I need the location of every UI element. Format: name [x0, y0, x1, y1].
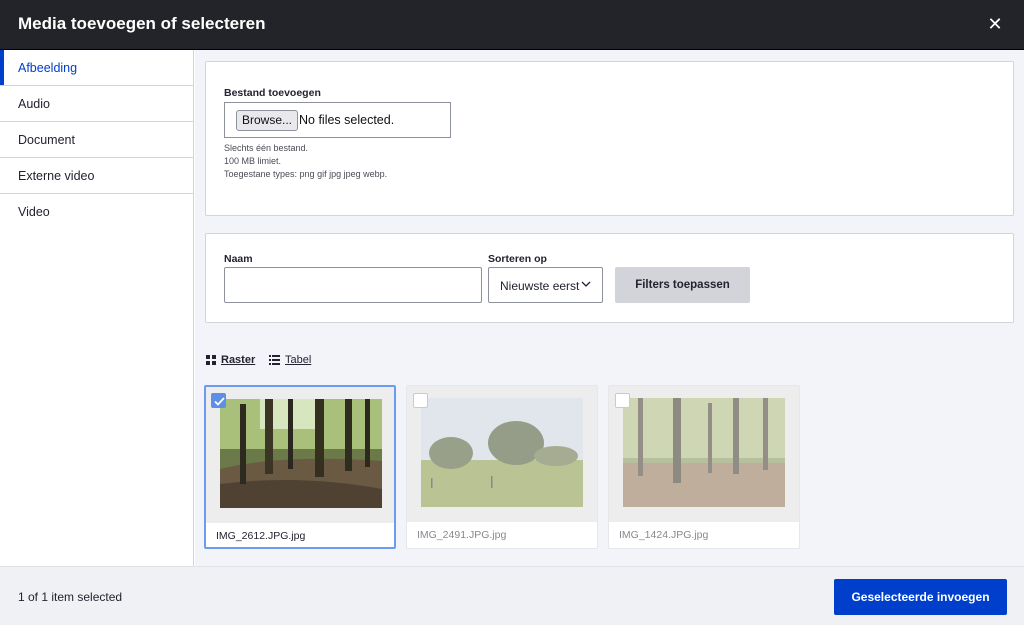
checkmark-icon: [214, 397, 225, 406]
insert-selected-button[interactable]: Geselecteerde invoegen: [834, 579, 1007, 615]
chevron-down-icon: [581, 281, 591, 287]
media-type-sidebar: Afbeelding Audio Document Externe video …: [0, 50, 194, 566]
name-label: Naam: [224, 253, 253, 265]
media-name: IMG_1424.JPG.jpg: [619, 529, 709, 541]
help-size-limit: 100 MB limiet.: [224, 156, 282, 166]
grid-icon: [206, 355, 216, 365]
upload-label: Bestand toevoegen: [224, 87, 321, 99]
upload-card: Bestand toevoegen Browse... No files sel…: [205, 61, 1014, 216]
dialog-title: Media toevoegen of selecteren: [18, 14, 266, 33]
media-item[interactable]: IMG_2612.JPG.jpg: [204, 385, 396, 549]
sort-value: Nieuwste eerst: [500, 279, 580, 293]
sort-select[interactable]: Nieuwste eerst: [488, 267, 603, 303]
list-icon: [269, 355, 280, 365]
main-panel: Bestand toevoegen Browse... No files sel…: [195, 50, 1024, 566]
tab-label: Externe video: [18, 169, 95, 183]
tab-label: Document: [18, 133, 75, 147]
selection-status: 1 of 1 item selected: [18, 590, 123, 604]
media-thumbnail: [623, 398, 785, 507]
tab-video[interactable]: Video: [0, 194, 193, 230]
tab-label: Video: [18, 205, 50, 219]
media-item[interactable]: IMG_1424.JPG.jpg: [608, 385, 800, 549]
tab-label: Afbeelding: [18, 61, 78, 75]
view-grid-label: Raster: [221, 354, 256, 366]
media-item[interactable]: IMG_2491.JPG.jpg: [406, 385, 598, 549]
media-thumbnail: [220, 399, 382, 508]
view-table-link[interactable]: Tabel: [269, 353, 311, 367]
dialog-titlebar: Media toevoegen of selecteren ✕: [0, 0, 1024, 50]
dialog-footer: 1 of 1 item selected Geselecteerde invoe…: [0, 566, 1024, 625]
tab-afbeelding[interactable]: Afbeelding: [0, 50, 193, 86]
media-checkbox[interactable]: [615, 393, 630, 408]
close-icon[interactable]: ✕: [986, 15, 1004, 33]
help-allowed-types: Toegestane types: png gif jpg jpeg webp.: [224, 169, 388, 179]
media-thumbnail: [421, 398, 583, 507]
selected-checkbox[interactable]: [211, 393, 226, 408]
sort-label: Sorteren op: [488, 253, 547, 265]
help-single-file: Slechts één bestand.: [224, 143, 309, 153]
media-name: IMG_2491.JPG.jpg: [417, 529, 507, 541]
filters-card: Naam Sorteren op Nieuwste eerst Filters …: [205, 233, 1014, 323]
name-input[interactable]: [224, 267, 482, 303]
tab-document[interactable]: Document: [0, 122, 193, 158]
view-grid-link[interactable]: Raster: [206, 353, 255, 367]
tab-audio[interactable]: Audio: [0, 86, 193, 122]
file-input[interactable]: Browse... No files selected.: [224, 102, 451, 138]
view-table-label: Tabel: [285, 354, 312, 366]
media-name: IMG_2612.JPG.jpg: [216, 530, 306, 542]
file-status: No files selected.: [299, 113, 395, 127]
tab-externe-video[interactable]: Externe video: [0, 158, 193, 194]
media-checkbox[interactable]: [413, 393, 428, 408]
apply-filters-button[interactable]: Filters toepassen: [615, 267, 750, 303]
tab-label: Audio: [18, 97, 50, 111]
browse-button[interactable]: Browse...: [236, 110, 299, 131]
